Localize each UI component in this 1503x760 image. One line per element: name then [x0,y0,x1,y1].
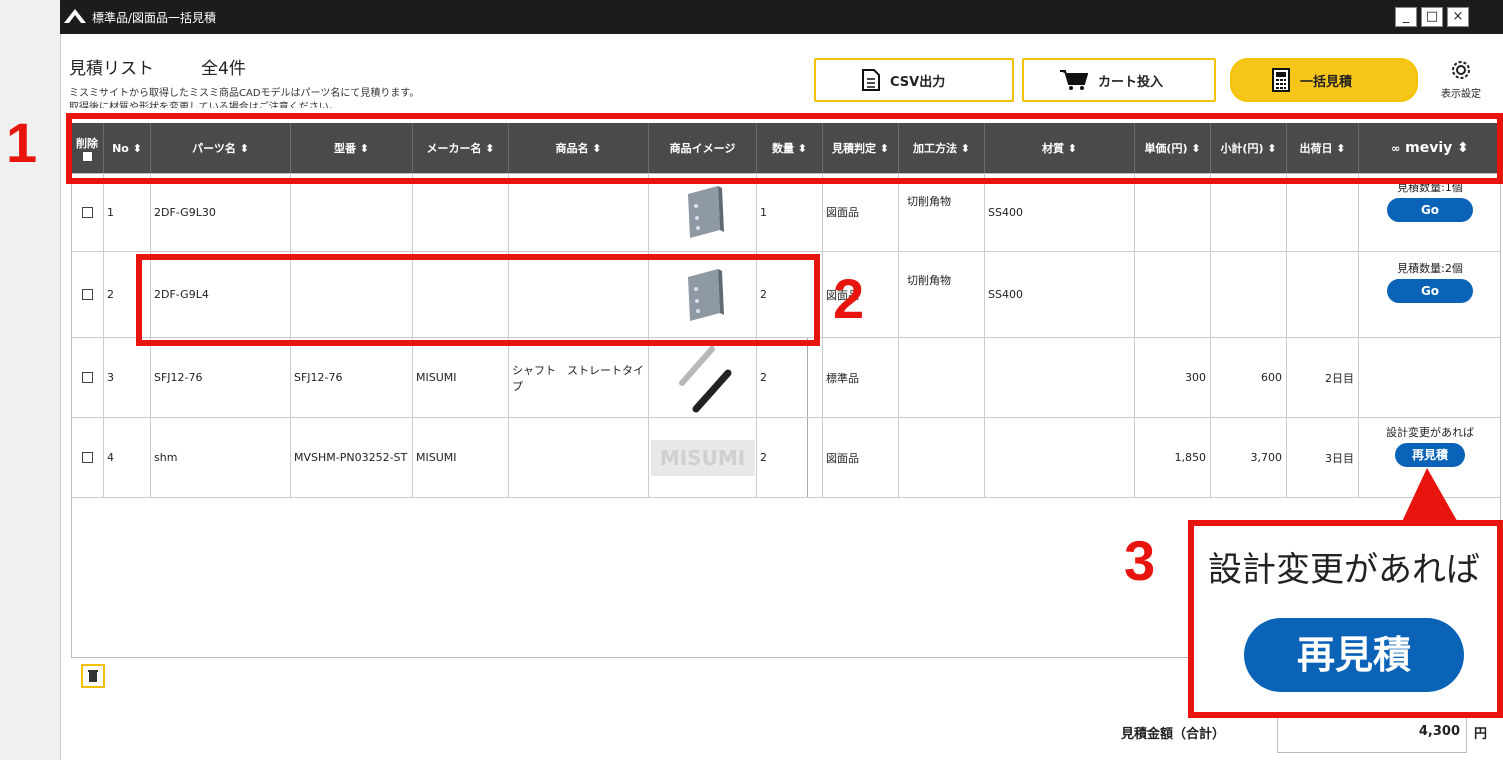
maximize-button[interactable]: □ [1421,7,1443,27]
go-button[interactable]: Go [1387,198,1473,222]
row-judge: 図面品 [823,418,899,497]
display-settings-button[interactable]: 表示設定 [1433,58,1489,100]
row-no: 4 [104,418,151,497]
trash-icon [88,670,98,682]
row-process [899,418,985,497]
row-process: 切削角物 [899,252,985,337]
row-material [985,418,1135,497]
list-title: 見積リスト [69,59,154,79]
gear-icon [1452,61,1470,79]
annotation-box-1 [66,113,1503,184]
row-qty[interactable]: 2 [757,418,823,497]
cart-icon [1060,70,1088,90]
placeholder-image: MISUMI [650,439,755,476]
zoom-note: 設計変更があれば [1208,550,1480,590]
meviy-note: 見積数量:2個 [1397,262,1463,275]
row-subtotal: 600 [1211,338,1287,417]
zoom-callout: 設計変更があれば 再見積 [1188,520,1503,718]
row-process: 切削角物 [899,173,985,251]
close-button[interactable]: × [1447,7,1469,27]
row-ship-date [1287,173,1359,251]
qty-stepper[interactable] [807,338,822,417]
display-settings-label: 表示設定 [1441,89,1481,100]
annotation-number-2: 2 [833,267,865,330]
row-product [509,418,649,497]
delete-button[interactable] [81,664,105,688]
row-unit-price: 1,850 [1135,418,1211,497]
row-subtotal [1211,252,1287,337]
annotation-arrow-icon [1400,468,1460,526]
row-ship-date: 2日目 [1287,338,1359,417]
plate-part-image [688,186,724,238]
row-unit-price: 300 [1135,338,1211,417]
title-bar: 標準品/図面品一括見積 _ □ × [60,0,1503,34]
row-material [985,338,1135,417]
row-unit-price [1135,173,1211,251]
total-label: 見積金額（合計） [1121,727,1226,742]
row-part-name: SFJ12-76 [151,338,291,417]
meviy-note: 設計変更があれば [1386,426,1474,439]
row-image: MISUMI [649,418,757,497]
row-maker: MISUMI [413,418,509,497]
shaft-part-image [679,345,732,412]
table-row: 1 2DF-G9L30 1 図面品 切削角物 SS400 見積数量:1個 Go [71,173,1501,252]
row-no: 3 [104,338,151,417]
row-part-name: shm [151,418,291,497]
annotation-number-3: 3 [1124,529,1156,592]
bulk-quote-button[interactable]: 一括見積 [1230,58,1418,102]
row-material: SS400 [985,173,1135,251]
row-maker [413,173,509,251]
row-no: 1 [104,173,151,251]
row-subtotal: 3,700 [1211,418,1287,497]
row-ship-date [1287,252,1359,337]
annotation-number-1: 1 [6,111,38,174]
document-icon [862,69,880,91]
row-judge: 標準品 [823,338,899,417]
row-material: SS400 [985,252,1135,337]
row-qty[interactable]: 1 [757,173,823,251]
row-ship-date: 3日目 [1287,418,1359,497]
csv-export-button[interactable]: CSV出力 [814,58,1014,102]
note-line-1: ミスミサイトから取得したミスミ商品CADモデルはパーツ名にて見積ります。 [69,88,420,99]
table-row: 4 shm MVSHM-PN03252-ST MISUMI MISUMI 2 図… [71,418,1501,498]
total-amount-field: 4,300 [1277,713,1467,753]
row-checkbox[interactable] [81,452,93,463]
qty-stepper[interactable] [807,418,822,497]
row-model [291,173,413,251]
item-count: 全4件 [201,59,246,79]
row-subtotal [1211,173,1287,251]
currency-label: 円 [1474,727,1488,742]
zoom-requote-button: 再見積 [1244,618,1464,692]
row-process [899,338,985,417]
row-checkbox[interactable] [81,289,93,300]
annotation-box-2 [136,254,820,346]
table-row: 3 SFJ12-76 SFJ12-76 MISUMI シャフト ストレートタイプ… [71,338,1501,418]
row-unit-price [1135,252,1211,337]
add-to-cart-button[interactable]: カート投入 [1022,58,1216,102]
app-logo-icon [64,9,86,23]
go-button[interactable]: Go [1387,279,1473,303]
calculator-icon [1272,68,1290,92]
note-line-2: 取得後に材質や形状を変更している場合はご注意ください。 [69,102,339,108]
minimize-button[interactable]: _ [1395,7,1417,27]
csv-export-label: CSV出力 [890,74,946,90]
row-image [649,173,757,251]
row-model: MVSHM-PN03252-ST [291,418,413,497]
row-part-name: 2DF-G9L30 [151,173,291,251]
row-checkbox[interactable] [81,206,93,218]
row-model: SFJ12-76 [291,338,413,417]
add-to-cart-label: カート投入 [1098,74,1164,90]
row-judge: 図面品 [823,173,899,251]
row-qty[interactable]: 2 [757,338,823,417]
window-title: 標準品/図面品一括見積 [92,11,217,25]
bulk-quote-label: 一括見積 [1300,74,1353,90]
requote-button[interactable]: 再見積 [1395,443,1465,467]
row-checkbox[interactable] [81,372,93,383]
row-product [509,173,649,251]
row-maker: MISUMI [413,338,509,417]
row-image [649,338,757,417]
row-product: シャフト ストレートタイプ [509,338,649,417]
